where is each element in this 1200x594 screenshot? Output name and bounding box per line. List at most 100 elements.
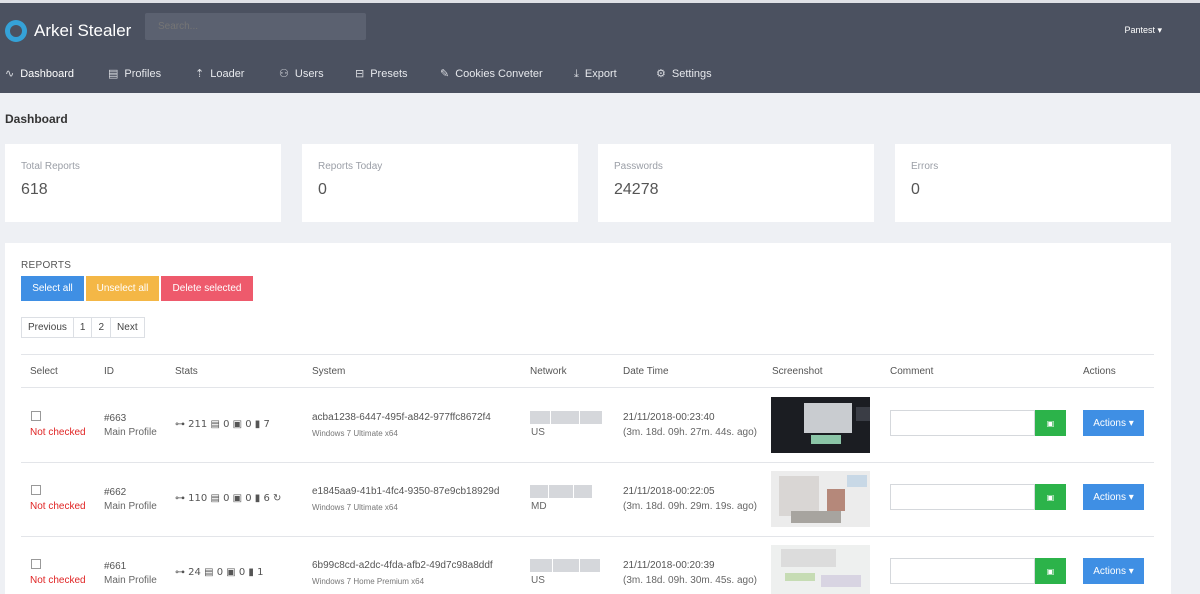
col-comment: Comment xyxy=(890,366,934,377)
nav-label: Dashboard xyxy=(20,67,75,80)
download-icon: ⤓ xyxy=(574,67,579,80)
pager-previous[interactable]: Previous xyxy=(22,318,74,337)
page-title: Dashboard xyxy=(5,112,68,126)
report-os: Windows 7 Ultimate x64 xyxy=(312,429,398,438)
nav-loader[interactable]: ⇡ Loader xyxy=(195,67,244,80)
col-select: Select xyxy=(30,366,58,377)
report-hwid: e1845aa9-41b1-4fc4-9350-87e9cb18929d xyxy=(312,486,500,497)
row-checkbox[interactable] xyxy=(31,559,41,569)
stat-label: Total Reports xyxy=(21,161,80,172)
report-os: Windows 7 Home Premium x64 xyxy=(312,577,425,586)
nav-label: Users xyxy=(294,67,324,80)
gear-icon: ⚙ xyxy=(656,67,666,80)
nav-label: Profiles xyxy=(124,67,162,80)
report-hwid: acba1238-6447-495f-a842-977ffc8672f4 xyxy=(312,412,491,423)
actions-dropdown[interactable]: Actions ▾ xyxy=(1083,484,1144,510)
report-stats: ⊶ 110 ▤ 0 ▣ 0 ▮ 6 ↻ xyxy=(175,493,282,504)
comment-input[interactable] xyxy=(890,410,1035,436)
report-date: 21/11/2018-00:20:39 xyxy=(623,560,715,571)
nav-presets[interactable]: ⊟ Presets xyxy=(355,67,408,80)
stat-label: Errors xyxy=(911,161,939,172)
report-date: 21/11/2018-00:22:05 xyxy=(623,486,715,497)
report-date: 21/11/2018-00:23:40 xyxy=(623,412,715,423)
screenshot-thumbnail[interactable] xyxy=(771,471,870,527)
actions-dropdown[interactable]: Actions ▾ xyxy=(1083,410,1144,436)
nav-profiles[interactable]: ▤ Profiles xyxy=(108,67,161,80)
stat-card-total-reports: Total Reports 618 xyxy=(5,144,281,222)
col-screenshot: Screenshot xyxy=(772,366,823,377)
nav-dashboard[interactable]: ∿ Dashboard xyxy=(5,67,74,80)
screenshot-thumbnail[interactable] xyxy=(771,397,870,453)
stat-value: 24278 xyxy=(614,181,659,198)
network-ip-redacted xyxy=(530,411,605,424)
col-network: Network xyxy=(530,366,567,377)
stat-card-passwords: Passwords 24278 xyxy=(598,144,874,222)
comment-input[interactable] xyxy=(890,558,1035,584)
reports-panel: REPORTS Select all Unselect all Delete s… xyxy=(5,243,1171,594)
nav-settings[interactable]: ⚙ Settings xyxy=(656,67,712,80)
table-row: Not checked #663 Main Profile ⊶ 211 ▤ 0 … xyxy=(5,388,1171,462)
comment-input[interactable] xyxy=(890,484,1035,510)
col-id: ID xyxy=(104,366,114,377)
nav-export[interactable]: ⤓ Export xyxy=(574,67,617,81)
nav-label: Export xyxy=(584,68,617,80)
nav-label: Cookies Conveter xyxy=(455,67,543,80)
actions-dropdown[interactable]: Actions ▾ xyxy=(1083,558,1144,584)
save-icon: ▣ xyxy=(1046,418,1055,428)
top-navbar: Arkei Stealer Pantest ▾ ∿ Dashboard ▤ Prof… xyxy=(0,0,1200,93)
report-id[interactable]: #661 xyxy=(104,561,126,572)
report-hwid: 6b99c8cd-a2dc-4fda-afb2-49d7c98a8ddf xyxy=(312,560,493,571)
status-text: Not checked xyxy=(30,575,86,586)
status-text: Not checked xyxy=(30,427,86,438)
stat-value: 0 xyxy=(911,181,920,198)
stat-value: 618 xyxy=(21,181,48,198)
main-nav: ∿ Dashboard ▤ Profiles ⇡ Loader ⚇ Users ⊟ Pre… xyxy=(0,67,1200,85)
report-ago: (3m. 18d. 09h. 27m. 44s. ago) xyxy=(623,427,757,438)
nav-label: Presets xyxy=(370,67,408,80)
nav-users[interactable]: ⚇ Users xyxy=(279,67,324,80)
stat-card-errors: Errors 0 xyxy=(895,144,1171,222)
nav-label: Loader xyxy=(210,67,245,80)
report-country: US xyxy=(531,575,545,586)
user-menu[interactable]: Pantest ▾ xyxy=(1124,25,1162,36)
save-comment-button[interactable]: ▣ xyxy=(1035,558,1066,584)
col-actions: Actions xyxy=(1083,366,1116,377)
row-checkbox[interactable] xyxy=(31,411,41,421)
panel-title: REPORTS xyxy=(21,260,72,271)
profiles-icon: ▤ xyxy=(108,67,119,80)
unselect-all-button[interactable]: Unselect all xyxy=(86,276,159,301)
search-input[interactable] xyxy=(145,13,366,40)
col-system: System xyxy=(312,366,346,377)
upload-icon: ⇡ xyxy=(195,67,205,80)
report-profile: Main Profile xyxy=(104,575,157,586)
pagination: Previous 1 2 Next xyxy=(21,317,145,338)
save-comment-button[interactable]: ▣ xyxy=(1035,484,1066,510)
report-ago: (3m. 18d. 09h. 29m. 19s. ago) xyxy=(623,501,757,512)
network-ip-redacted xyxy=(530,559,605,572)
pager-page-1[interactable]: 1 xyxy=(74,318,93,337)
stat-label: Reports Today xyxy=(318,161,383,172)
pager-next[interactable]: Next xyxy=(111,318,144,337)
report-id[interactable]: #663 xyxy=(104,413,126,424)
nav-cookies-conveter[interactable]: ✎ Cookies Conveter xyxy=(440,67,543,80)
logo-icon xyxy=(5,20,27,42)
table-row: Not checked #662 Main Profile ⊶ 110 ▤ 0 … xyxy=(5,462,1171,536)
nav-label: Settings xyxy=(671,67,712,80)
brand[interactable]: Arkei Stealer xyxy=(5,20,131,42)
row-checkbox[interactable] xyxy=(31,485,41,495)
save-comment-button[interactable]: ▣ xyxy=(1035,410,1066,436)
col-datetime: Date Time xyxy=(623,366,669,377)
delete-selected-button[interactable]: Delete selected xyxy=(161,276,253,301)
stat-label: Passwords xyxy=(614,161,663,172)
activity-icon: ∿ xyxy=(5,67,15,80)
report-ago: (3m. 18d. 09h. 30m. 45s. ago) xyxy=(623,575,757,586)
status-text: Not checked xyxy=(30,501,86,512)
select-all-button[interactable]: Select all xyxy=(21,276,84,301)
screenshot-thumbnail[interactable] xyxy=(771,545,870,594)
pager-page-2[interactable]: 2 xyxy=(92,318,112,337)
users-icon: ⚇ xyxy=(279,67,289,80)
report-profile: Main Profile xyxy=(104,427,157,438)
stat-value: 0 xyxy=(318,181,327,198)
save-icon: ▣ xyxy=(1046,492,1055,502)
report-id[interactable]: #662 xyxy=(104,487,126,498)
